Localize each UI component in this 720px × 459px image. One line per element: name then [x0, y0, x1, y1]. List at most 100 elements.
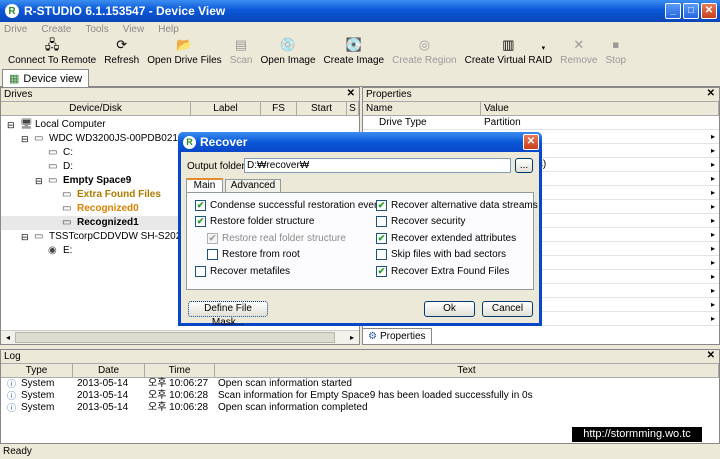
expand-arrow-icon[interactable]: ▸ [711, 158, 715, 172]
output-folder-input[interactable] [244, 158, 511, 173]
output-folder-label: Output folder: [187, 161, 248, 172]
expand-arrow-icon[interactable]: ▸ [711, 284, 715, 298]
drives-panel-header: Drives ✕ [1, 88, 359, 102]
tree-item-label: Local Computer [35, 119, 106, 130]
scroll-right-arrow[interactable]: ▸ [345, 331, 359, 344]
tab-main[interactable]: Main [186, 178, 223, 193]
dialog-close-button[interactable]: ✕ [523, 134, 539, 150]
recover-dialog: R Recover ✕ Output folder: ... Main Adva… [178, 132, 542, 328]
ok-button[interactable]: Ok [424, 301, 475, 317]
checkbox-restore-from-root[interactable]: Restore from root [207, 248, 300, 262]
column-device-disk[interactable]: Device/Disk [1, 102, 191, 116]
log-column-type[interactable]: Type [1, 364, 73, 378]
checkbox-label: Restore folder structure [210, 216, 315, 227]
toolbar-label: Remove [560, 55, 598, 66]
define-file-mask-button[interactable]: Define File Mask... [188, 301, 268, 328]
create-virtual-raid-button[interactable]: ▥ Create Virtual RAID ▾ [461, 36, 557, 68]
minimize-button[interactable]: _ [665, 3, 681, 19]
horizontal-scrollbar[interactable]: ◂ ▸ [1, 330, 359, 344]
log-row[interactable]: ⓘ System 2013-05-14 오후 10:06:27 Open scan in… [1, 378, 719, 390]
expand-arrow-icon[interactable]: ▸ [711, 312, 715, 326]
log-column-text[interactable]: Text [215, 364, 719, 378]
expand-arrow-icon[interactable]: ▸ [711, 214, 715, 228]
tab-advanced-label: Advanced [230, 180, 276, 191]
tab-main-label: Main [193, 180, 216, 191]
checkbox-skip-files-with-bad-sectors[interactable]: Skip files with bad sectors [376, 248, 506, 262]
open-image-icon: 💿 [279, 37, 297, 52]
column-name[interactable]: Name [363, 102, 481, 116]
checkbox-condense-successful-restoration-events[interactable]: ✔ Condense successful restoration events [195, 198, 387, 212]
column-start[interactable]: Start [297, 102, 347, 116]
expand-arrow-icon[interactable]: ▸ [711, 270, 715, 284]
tree-item[interactable]: ⊟ 🖥 Local Computer [1, 118, 359, 132]
column-size[interactable]: S [347, 102, 359, 116]
expand-icon[interactable]: ⊟ [7, 118, 15, 132]
log-type: System [21, 402, 55, 413]
scroll-thumb[interactable] [15, 332, 335, 343]
log-row[interactable]: ⓘ System 2013-05-14 오후 10:06:28 Open scan in… [1, 402, 719, 414]
info-icon: ⓘ [7, 391, 17, 401]
expand-arrow-icon[interactable]: ▸ [711, 172, 715, 186]
tab-properties[interactable]: ⚙ Properties [362, 328, 432, 345]
checkbox-label: Recover Extra Found Files [391, 265, 510, 277]
scroll-left-arrow[interactable]: ◂ [1, 331, 15, 344]
expand-icon[interactable]: ⊟ [21, 132, 29, 146]
checkbox-recover-extra-found-files[interactable]: ✔ Recover Extra Found Files [376, 264, 509, 278]
log-row[interactable]: ⓘ System 2013-05-14 오후 10:06:28 Scan informa… [1, 390, 719, 402]
browse-button[interactable]: ... [515, 158, 533, 173]
open-image-button[interactable]: 💿 Open Image [256, 36, 319, 68]
expand-arrow-icon[interactable]: ▸ [711, 242, 715, 256]
checkbox-restore-folder-structure[interactable]: ✔ Restore folder structure [195, 215, 315, 229]
menu-drive[interactable]: Drive [4, 24, 27, 35]
log-panel-header: Log ✕ [1, 350, 719, 364]
drives-panel-close-icon[interactable]: ✕ [347, 88, 355, 99]
expand-arrow-icon[interactable]: ▸ [711, 228, 715, 242]
scan-icon: ▤ [234, 37, 248, 52]
create-region-button[interactable]: ◎ Create Region [388, 36, 460, 68]
raid-icon: ▥ [502, 37, 515, 52]
log-column-date[interactable]: Date [73, 364, 145, 378]
expand-arrow-icon[interactable]: ▸ [711, 130, 715, 144]
connect-to-remote-button[interactable]: 🖧 Connect To Remote [4, 36, 100, 68]
expand-arrow-icon[interactable]: ▸ [711, 186, 715, 200]
expand-icon[interactable]: ⊟ [21, 230, 29, 244]
menu-view[interactable]: View [123, 24, 145, 35]
column-value[interactable]: Value [481, 102, 719, 116]
refresh-button[interactable]: ⟳ Refresh [100, 36, 143, 68]
toolbar: 🖧 Connect To Remote ⟳ Refresh 📂 Open Drive Fi… [0, 36, 720, 68]
expand-arrow-icon[interactable]: ▸ [711, 256, 715, 270]
open-drive-files-button[interactable]: 📂 Open Drive Files [143, 36, 225, 68]
menu-help[interactable]: Help [158, 24, 179, 35]
maximize-button[interactable]: □ [683, 3, 699, 19]
checkbox-restore-real-folder-structure[interactable]: ✔ Restore real folder structure [207, 231, 346, 245]
expand-arrow-icon[interactable]: ▸ [711, 144, 715, 158]
checkbox-empty-icon [376, 216, 387, 227]
log-column-time[interactable]: Time [145, 364, 215, 378]
remove-button[interactable]: ✕ Remove [556, 36, 601, 68]
expand-arrow-icon[interactable]: ▸ [711, 200, 715, 214]
tab-device-view[interactable]: ▦ Device view [2, 69, 90, 87]
checkbox-recover-metafiles[interactable]: Recover metafiles [195, 264, 290, 278]
cd-drive-icon: ▭ [34, 231, 44, 242]
checkbox-recover-alternative-data-streams[interactable]: ✔ Recover alternative data streams [376, 198, 538, 212]
column-fs[interactable]: FS [261, 102, 297, 116]
create-image-button[interactable]: 💽 Create Image [320, 36, 389, 68]
property-row[interactable]: Drive Type Partition [363, 116, 719, 130]
stop-button[interactable]: ⏹ Stop [602, 36, 631, 68]
menu-tools[interactable]: Tools [85, 24, 108, 35]
checkbox-recover-extended-attributes[interactable]: ✔ Recover extended attributes [376, 231, 516, 245]
checkbox-recover-security[interactable]: Recover security [376, 215, 465, 229]
column-label[interactable]: Label [191, 102, 261, 116]
log-panel-close-icon[interactable]: ✕ [707, 350, 715, 361]
cancel-button[interactable]: Cancel [482, 301, 533, 317]
dropdown-arrow-icon[interactable]: ▾ [542, 44, 546, 52]
expand-icon[interactable]: ⊟ [35, 174, 43, 188]
menu-create[interactable]: Create [41, 24, 71, 35]
scan-button[interactable]: ▤ Scan [226, 36, 257, 68]
tab-advanced[interactable]: Advanced [225, 179, 281, 192]
close-button[interactable]: ✕ [701, 3, 717, 19]
properties-panel-close-icon[interactable]: ✕ [707, 88, 715, 99]
checkbox-empty-icon [207, 249, 218, 260]
expand-arrow-icon[interactable]: ▸ [711, 298, 715, 312]
partition-icon: ▭ [62, 217, 72, 228]
